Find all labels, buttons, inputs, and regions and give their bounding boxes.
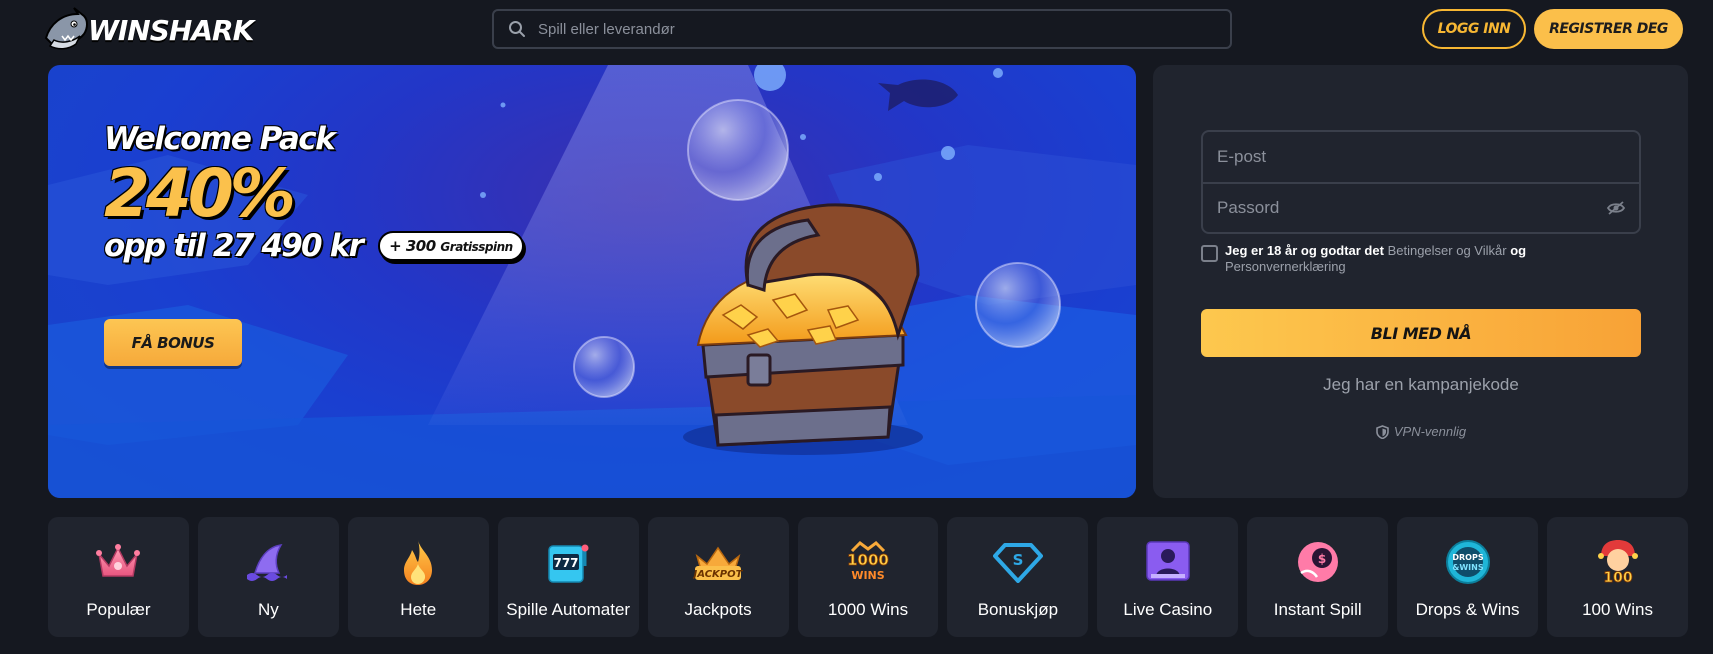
password-field-wrapper xyxy=(1203,182,1639,232)
diamond-s-icon: S xyxy=(992,537,1043,587)
free-spins-label: Gratisspinn xyxy=(440,240,513,254)
terms-and: og xyxy=(1510,243,1527,258)
signup-panel: Jeg er 18 år og godtar det Betingelser o… xyxy=(1153,65,1688,498)
category-instant-games[interactable]: $ Instant Spill xyxy=(1247,517,1389,637)
svg-text:777: 777 xyxy=(554,556,579,570)
category-label: Ny xyxy=(257,600,279,619)
join-now-button[interactable]: BLI MED NÅ xyxy=(1201,309,1641,357)
1000-wins-icon: 1000 WINS xyxy=(843,537,893,587)
category-live-casino[interactable]: Live Casino xyxy=(1097,517,1239,637)
svg-text:&WINS: &WINS xyxy=(1452,563,1483,572)
signup-fields xyxy=(1201,130,1641,234)
privacy-link[interactable]: Personvernerklæring xyxy=(1225,259,1346,274)
promo-amount-line: opp til 27 490 kr + 300 Gratisspinn xyxy=(104,228,524,264)
category-slots[interactable]: 777 Spille Automater xyxy=(497,517,639,637)
promo-text-block: Welcome Pack 240% opp til 27 490 kr + 30… xyxy=(104,121,524,264)
shark-fin-icon xyxy=(243,537,293,587)
terms-text: Jeg er 18 år og godtar det Betingelser o… xyxy=(1225,243,1526,275)
search-input[interactable] xyxy=(538,20,1218,38)
category-hot[interactable]: Hete xyxy=(347,517,489,637)
free-spins-badge: + 300 Gratisspinn xyxy=(378,231,524,261)
svg-text:WINS: WINS xyxy=(851,569,884,582)
promo-code-link[interactable]: Jeg har en kampanjekode xyxy=(1201,375,1641,395)
svg-text:1000: 1000 xyxy=(847,551,889,569)
category-label: Live Casino xyxy=(1123,600,1213,619)
category-drops-wins[interactable]: DROPS &WINS Drops & Wins xyxy=(1397,517,1539,637)
promo-percent: 240% xyxy=(104,155,296,232)
drops-wins-icon: DROPS &WINS xyxy=(1443,537,1493,587)
promo-title: Welcome Pack xyxy=(104,121,336,157)
category-100-wins[interactable]: 100 100 Wins xyxy=(1547,517,1688,637)
eye-off-icon[interactable] xyxy=(1607,201,1625,215)
shield-icon xyxy=(1376,424,1389,439)
svg-text:100: 100 xyxy=(1603,570,1632,586)
terms-agreement: Jeg er 18 år og godtar det Betingelser o… xyxy=(1201,243,1641,275)
login-button[interactable]: LOGG INN xyxy=(1422,9,1526,49)
logo-text: WINSHARK xyxy=(88,13,254,47)
category-label: Jackpots xyxy=(684,600,752,619)
get-bonus-button[interactable]: FÅ BONUS xyxy=(104,319,242,366)
jackpot-crown-icon: JACKPOT xyxy=(693,537,743,587)
category-label: Spille Automater xyxy=(506,600,631,619)
live-dealer-icon xyxy=(1143,537,1193,587)
jester-100-icon: 100 xyxy=(1593,537,1643,587)
category-label: 1000 Wins xyxy=(827,600,909,619)
register-button[interactable]: REGISTRER DEG xyxy=(1534,9,1683,49)
terms-link[interactable]: Betingelser og Vilkår xyxy=(1388,243,1507,258)
category-bar: Populær Ny Hete 777 Spille Automater JAC… xyxy=(48,517,1688,637)
svg-text:DROPS: DROPS xyxy=(1452,553,1483,562)
free-spins-count: + 300 xyxy=(389,237,436,255)
category-new[interactable]: Ny xyxy=(197,517,339,637)
category-label: 100 Wins xyxy=(1582,600,1653,619)
shark-logo-icon xyxy=(44,7,88,50)
svg-text:JACKPOT: JACKPOT xyxy=(693,569,743,580)
category-bonus-buy[interactable]: S Bonuskjøp xyxy=(947,517,1089,637)
email-field-wrapper xyxy=(1203,132,1639,182)
search-icon xyxy=(509,21,525,37)
vpn-friendly-note: VPN-vennlig xyxy=(1201,424,1641,439)
search-bar[interactable] xyxy=(492,9,1232,49)
crown-icon xyxy=(93,537,143,587)
promo-banner[interactable]: Welcome Pack 240% opp til 27 490 kr + 30… xyxy=(48,65,1136,498)
slot-machine-icon: 777 xyxy=(543,537,593,587)
category-label: Drops & Wins xyxy=(1415,600,1520,619)
category-1000-wins[interactable]: 1000 WINS 1000 Wins xyxy=(797,517,939,637)
category-label: Bonuskjøp xyxy=(977,600,1059,619)
terms-prefix: Jeg er 18 år og godtar det xyxy=(1225,243,1384,258)
category-label: Instant Spill xyxy=(1273,600,1362,619)
vpn-label: VPN-vennlig xyxy=(1393,424,1467,439)
promo-amount: opp til 27 490 kr xyxy=(104,228,364,264)
site-header: WINSHARK LOGG INN REGISTRER DEG xyxy=(0,0,1713,62)
category-label: Hete xyxy=(400,600,437,619)
winshark-logo[interactable]: WINSHARK xyxy=(40,2,254,58)
category-popular[interactable]: Populær xyxy=(48,517,189,637)
email-field[interactable] xyxy=(1217,147,1625,167)
svg-text:S: S xyxy=(1012,551,1023,569)
password-field[interactable] xyxy=(1217,198,1625,218)
terms-checkbox[interactable] xyxy=(1201,245,1218,262)
category-jackpots[interactable]: JACKPOT Jackpots xyxy=(647,517,789,637)
category-label: Populær xyxy=(86,600,151,619)
svg-text:$: $ xyxy=(1318,552,1326,566)
instant-coin-icon: $ xyxy=(1293,537,1343,587)
flame-icon xyxy=(393,537,443,587)
